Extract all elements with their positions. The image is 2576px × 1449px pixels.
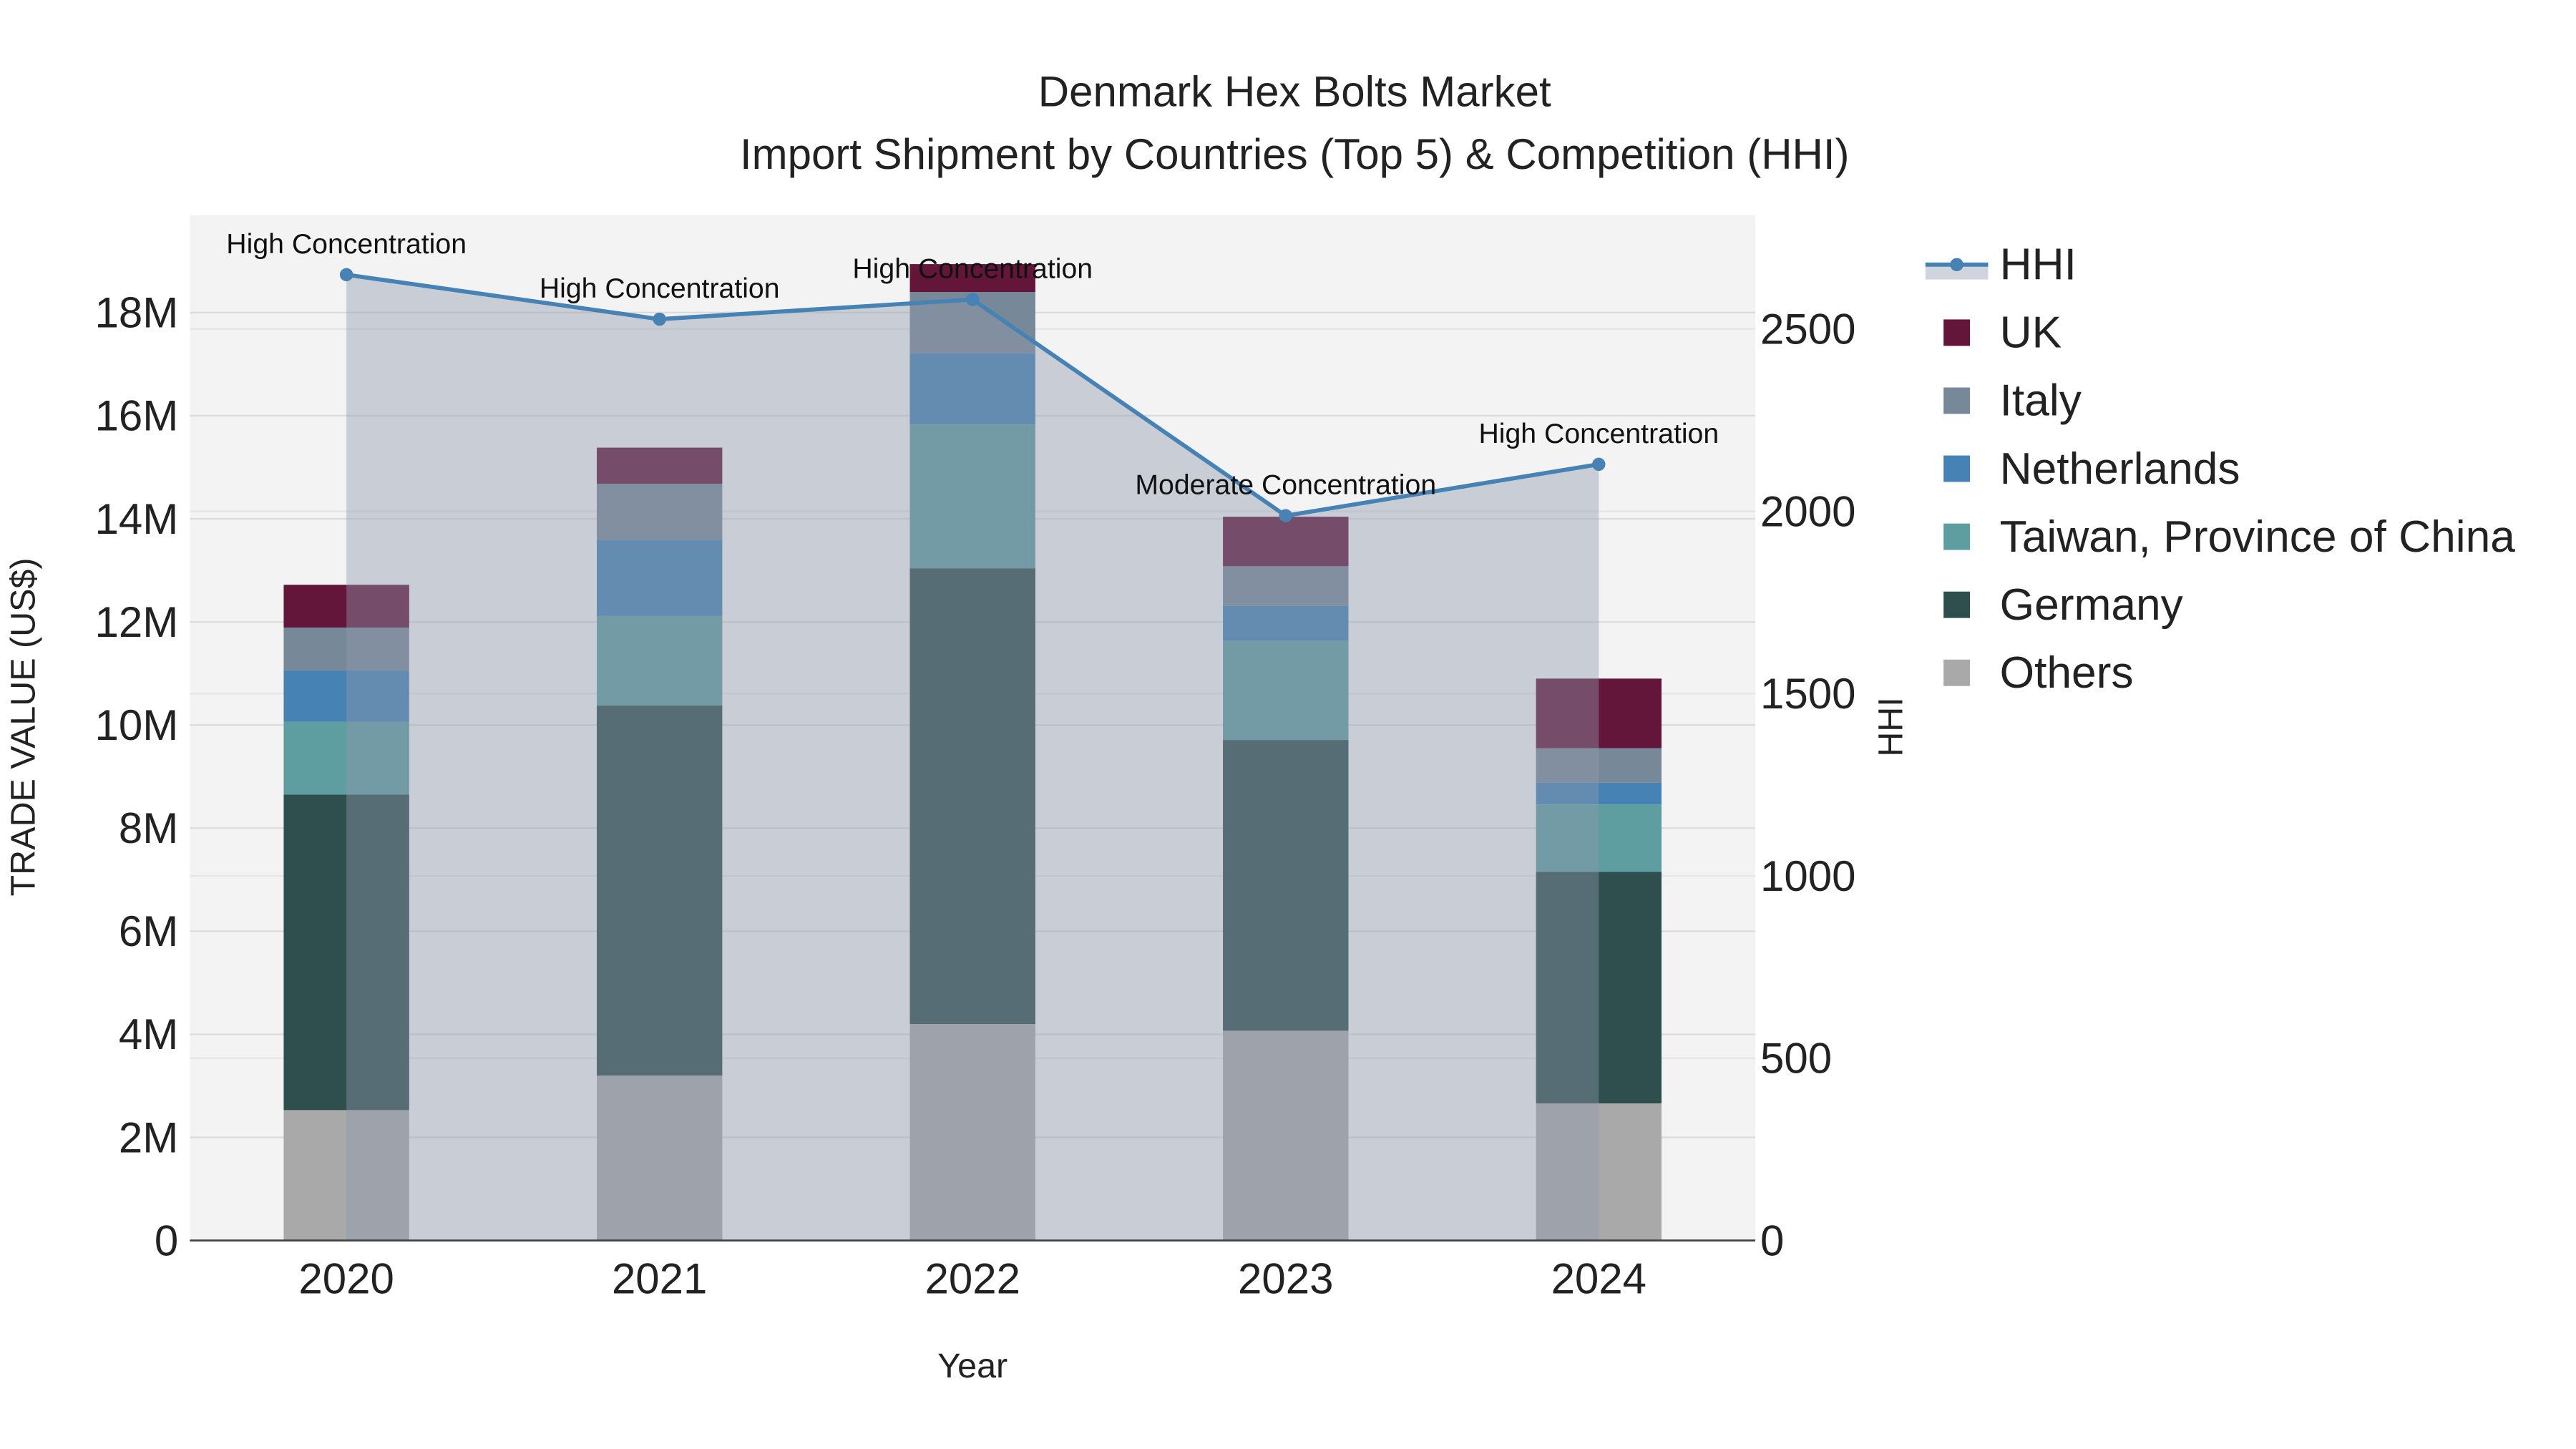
y-axis-title: TRADE VALUE (US$) [4,557,42,896]
y-tick-label: 0 [155,1216,178,1264]
x-tick-label: 2021 [612,1255,707,1303]
legend-uk-swatch [1943,319,1971,346]
x-tick-label: 2024 [1551,1255,1646,1303]
x-tick-label: 2023 [1238,1255,1333,1303]
hhi-annotation: High Concentration [540,273,780,304]
y-tick-label: 16M [95,392,179,440]
x-axis-title: Year [937,1347,1008,1385]
y-tick-label: 2M [119,1113,178,1161]
y-tick-label: 10M [95,701,179,749]
hhi-point-2022 [966,293,980,306]
hhi-point-2021 [653,312,666,326]
hhi-annotation: Moderate Concentration [1135,469,1436,501]
y2-tick-label: 2000 [1760,487,1855,535]
legend-others-label: Others [2000,648,2134,698]
legend-hhi-marker [1950,258,1963,272]
legend-netherlands-label: Netherlands [2000,444,2240,494]
hhi-annotation: High Concentration [1478,418,1719,449]
legend-germany-label: Germany [2000,580,2184,630]
y2-axis-title: HHI [1871,697,1910,756]
y-tick-label: 4M [119,1010,178,1058]
y-tick-label: 18M [95,289,179,337]
y2-tick-label: 500 [1760,1035,1832,1083]
hhi-point-2024 [1592,457,1606,472]
x-tick-label: 2020 [298,1255,394,1303]
y2-tick-label: 1500 [1760,670,1855,718]
y-tick-label: 6M [119,907,178,955]
legend-germany-swatch [1943,591,1971,618]
legend-uk-label: UK [2000,308,2062,358]
hhi-annotation: High Concentration [852,253,1093,285]
y2-tick-label: 0 [1760,1216,1784,1264]
y2-tick-label: 1000 [1760,852,1855,900]
legend-taiwan-province-of-china-label: Taiwan, Province of China [2000,512,2516,562]
legend-italy-label: Italy [2000,376,2082,426]
legend-netherlands-swatch [1943,455,1971,482]
hhi-point-2020 [339,268,353,282]
legend-others-swatch [1943,659,1971,686]
y-tick-label: 12M [95,598,179,646]
chart-container: High Concentration High Concentration High… [0,0,2576,1449]
y-tick-label: 14M [95,495,179,543]
chart-title: Denmark Hex Bolts Market [1038,67,1551,115]
legend-italy-swatch [1943,387,1971,414]
y2-tick-label: 2500 [1760,306,1855,353]
hhi-point-2023 [1279,509,1292,522]
chart: High Concentration High Concentration High… [4,67,2516,1385]
legend-hhi-label: HHI [2000,240,2077,290]
legend-taiwan-province-of-china-swatch [1943,523,1971,550]
x-tick-label: 2022 [924,1255,1020,1303]
chart-subtitle: Import Shipment by Countries (Top 5) & C… [740,130,1850,178]
y-tick-label: 8M [119,804,178,852]
hhi-annotation: High Concentration [226,228,467,260]
